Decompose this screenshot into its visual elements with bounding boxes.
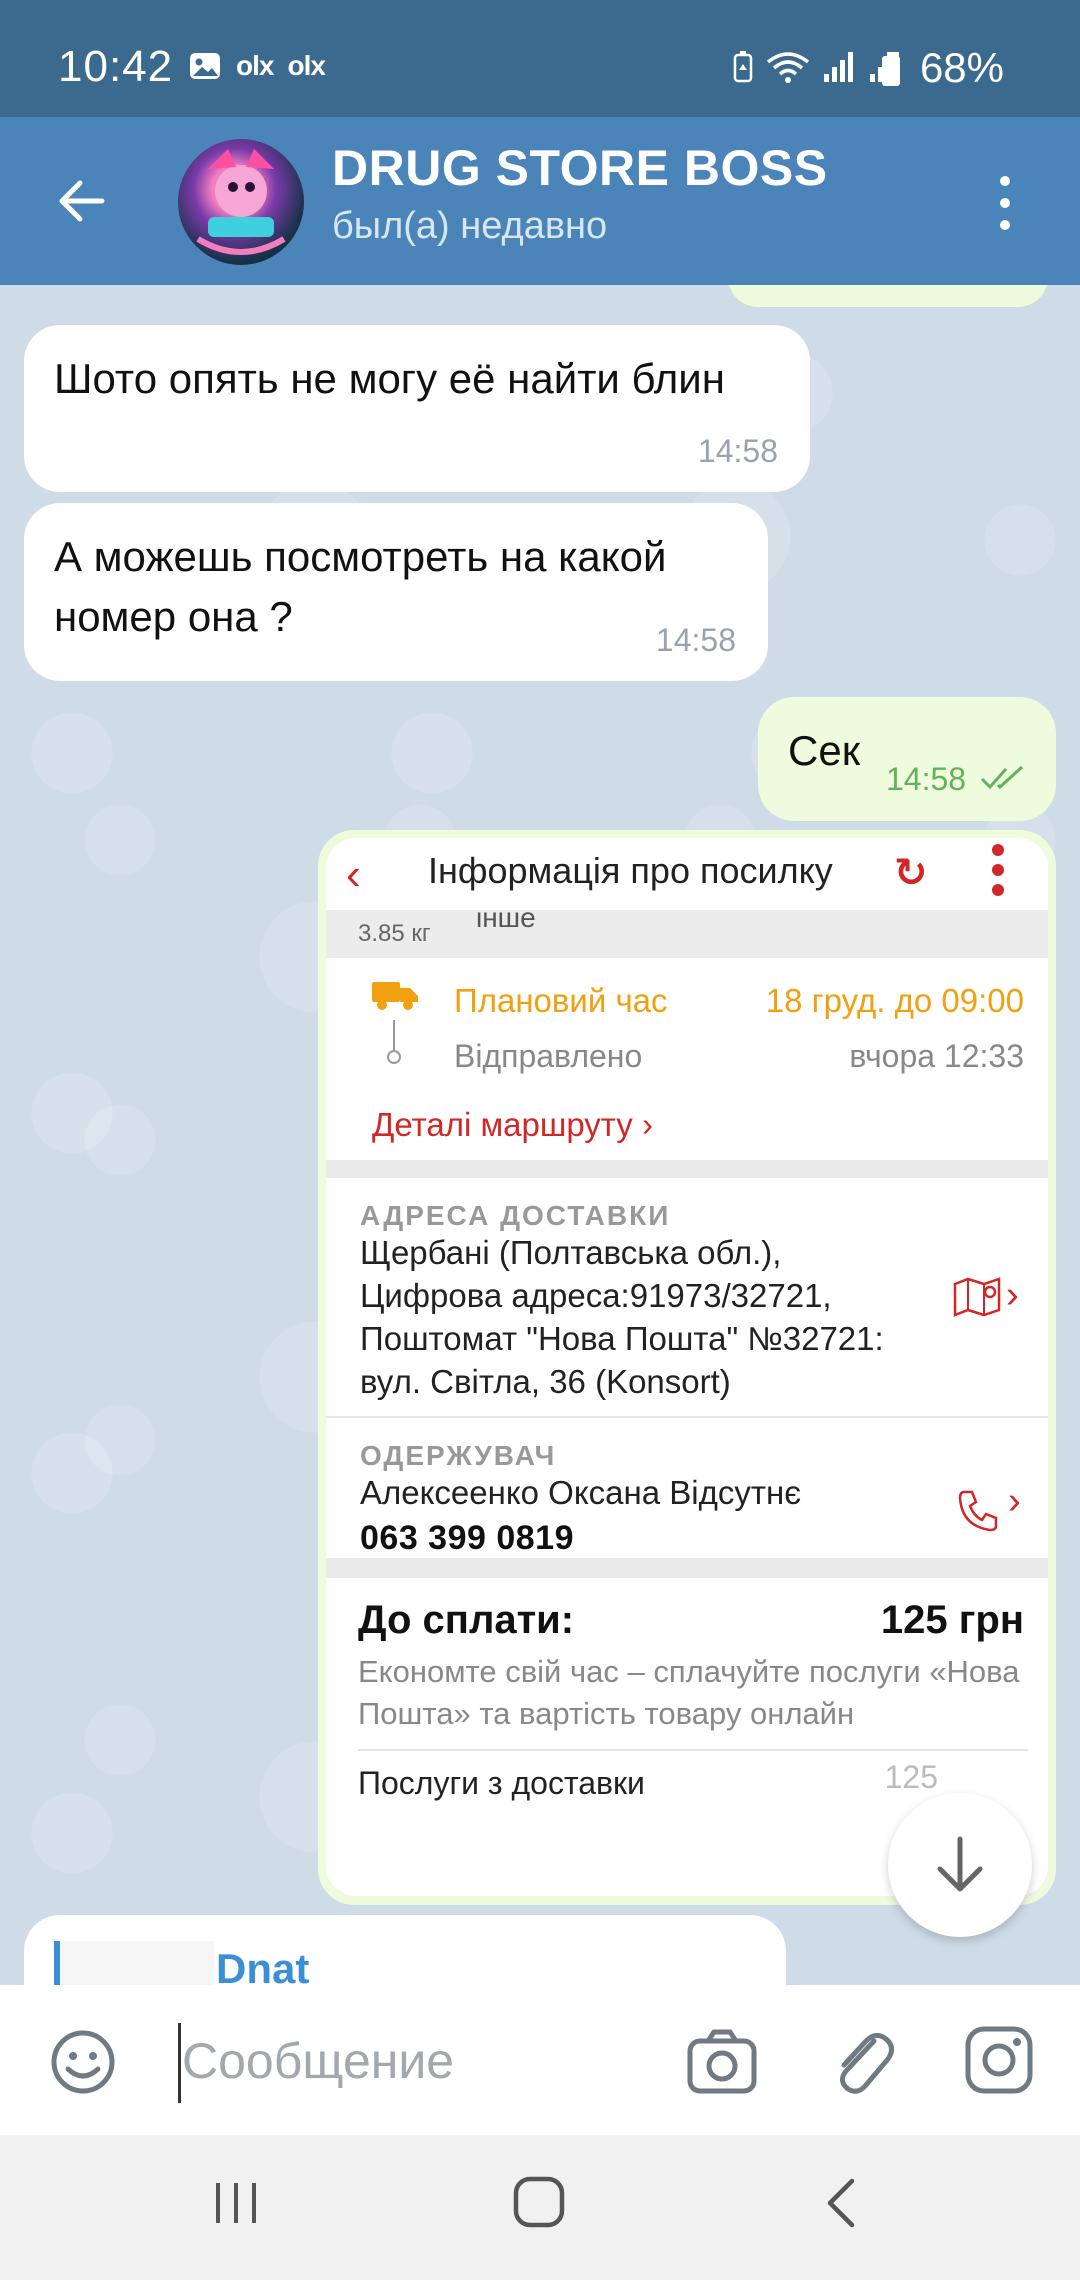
- message-time: 14:58: [697, 432, 778, 469]
- chevron-right-icon: ›: [1008, 1480, 1021, 1522]
- olx-icon: olx: [287, 50, 325, 81]
- pay-value: 125 грн: [880, 1598, 1024, 1642]
- message-title: Dnat: [216, 1945, 310, 1985]
- chevron-left-icon: ‹: [346, 850, 361, 899]
- pay-note: Економте свій час – сплачуйте послуги «Н…: [358, 1654, 1020, 1731]
- recipient-phone: 063 399 0819: [360, 1518, 574, 1557]
- battery-saver-icon: [733, 51, 753, 83]
- chat-header: DRUG STORE BOSS был(а) недавно: [0, 117, 1080, 285]
- message-bubble[interactable]: Шото опять не могу её найти блин 14:58: [24, 325, 810, 492]
- sent-label: Відправлено: [454, 1038, 643, 1074]
- outgoing-message-bubble[interactable]: Сек 14:58: [758, 697, 1056, 821]
- parcel-type: інше: [476, 910, 536, 933]
- image-icon: [190, 53, 220, 79]
- notification-icons: olx olx: [188, 50, 326, 82]
- truck-icon: [372, 982, 418, 1010]
- olx-icon: olx: [236, 50, 274, 81]
- scroll-down-button[interactable]: [888, 1793, 1032, 1937]
- route-details-label: Деталі маршруту: [372, 1106, 633, 1143]
- paperclip-icon[interactable]: [830, 2025, 896, 2097]
- parcel-summary: 3.85 кг інше: [326, 910, 1048, 958]
- map-icon: [953, 1277, 1001, 1317]
- previous-message-bubble: [728, 285, 1048, 307]
- delivery-address-section: АДРЕСА ДОСТАВКИ Щербані (Полтавська обл.…: [326, 1178, 1048, 1418]
- route-details-link: Деталі маршруту ›: [372, 1106, 653, 1144]
- arrow-down-icon: [937, 1836, 983, 1892]
- more-options-icon: [992, 844, 1004, 896]
- message-bubble[interactable]: Dnat: [24, 1915, 786, 1985]
- wifi-icon: [766, 52, 810, 83]
- status-time: 10:42: [58, 42, 174, 91]
- avatar-image: [196, 149, 286, 255]
- chevron-right-icon: ›: [641, 1106, 653, 1143]
- battery-percent: 68%: [919, 44, 1004, 91]
- status-bar: 10:42 olx olx 68%: [0, 0, 1080, 117]
- message-text: Сек: [788, 727, 861, 774]
- system-nav-bar: [0, 2135, 1080, 2280]
- divider: [358, 1748, 1028, 1751]
- planned-time-label: Плановий час: [454, 982, 668, 1019]
- phone-icon: [958, 1490, 998, 1532]
- text-cursor: [178, 2023, 181, 2103]
- back-arrow-icon[interactable]: [52, 171, 112, 231]
- avatar[interactable]: [178, 139, 304, 265]
- refresh-icon: ↻: [894, 851, 928, 895]
- instagram-icon[interactable]: [964, 2025, 1034, 2095]
- link-preview-thumbnail: [54, 1941, 214, 1985]
- address-text: Щербані (Полтавська обл.), Цифрова адрес…: [360, 1234, 884, 1400]
- message-text: Шото опять не могу её найти блин: [54, 355, 725, 402]
- message-time: 14:58: [655, 621, 736, 658]
- message-input-bar: [0, 1985, 1080, 2135]
- recipient-name: Алексеенко Оксана Відсутнє: [360, 1474, 802, 1511]
- recent-apps-icon[interactable]: [212, 2177, 260, 2229]
- parcel-weight: 3.85 кг: [358, 920, 431, 947]
- address-label: АДРЕСА ДОСТАВКИ: [360, 1200, 671, 1231]
- screenshot-title: Інформація про посилку: [428, 850, 833, 891]
- shared-screenshot[interactable]: ‹ Інформація про посилку ↻ 3.85 кг інше …: [326, 838, 1048, 1896]
- emoji-icon[interactable]: [50, 2029, 116, 2095]
- screenshot-toolbar: ‹ Інформація про посилку ↻: [326, 838, 1048, 910]
- back-icon[interactable]: [822, 2175, 858, 2231]
- system-icons: [732, 50, 902, 84]
- message-text: А можешь посмотреть на какой номер она ?: [54, 533, 667, 640]
- battery-icon: [882, 52, 900, 86]
- chat-area[interactable]: Шото опять не могу её найти блин 14:58 А…: [0, 285, 1080, 1985]
- recipient-section: ОДЕРЖУВАЧ Алексеенко Оксана Відсутнє 063…: [326, 1418, 1048, 1578]
- recipient-label: ОДЕРЖУВАЧ: [360, 1440, 557, 1471]
- payment-section: До сплати: 125 грн Економте свій час – с…: [326, 1578, 1048, 1802]
- sent-value: вчора 12:33: [849, 1038, 1024, 1074]
- chat-title[interactable]: DRUG STORE BOSS: [332, 139, 828, 197]
- message-time: 14:58: [886, 761, 967, 797]
- more-options-icon[interactable]: [990, 173, 1020, 233]
- camera-icon[interactable]: [686, 2027, 758, 2097]
- planned-time-value: 18 груд. до 09:00: [765, 982, 1024, 1019]
- timeline-line: [393, 1020, 395, 1050]
- chevron-right-icon: ›: [1006, 1274, 1019, 1316]
- timeline-point: [387, 1050, 401, 1064]
- chat-status: был(а) недавно: [332, 205, 608, 247]
- message-input[interactable]: [182, 2021, 652, 2101]
- message-bubble[interactable]: А можешь посмотреть на какой номер она ?…: [24, 503, 768, 681]
- delivery-status: Плановий час 18 груд. до 09:00 Відправле…: [326, 958, 1048, 1178]
- read-ticks-icon: [980, 765, 1024, 790]
- photo-message-bubble[interactable]: ‹ Інформація про посилку ↻ 3.85 кг інше …: [318, 830, 1056, 1905]
- signal-icon: [824, 52, 853, 82]
- services-value: 125: [884, 1758, 938, 1795]
- home-icon[interactable]: [512, 2175, 566, 2229]
